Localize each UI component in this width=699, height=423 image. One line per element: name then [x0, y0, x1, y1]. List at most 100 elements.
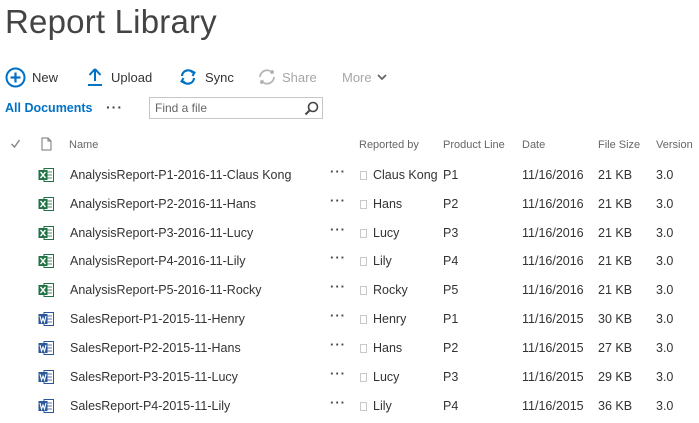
date-value: 11/16/2016 [522, 283, 584, 297]
file-size-value: 27 KB [598, 341, 633, 355]
date-value: 11/16/2016 [522, 226, 584, 240]
date-value: 11/16/2016 [522, 254, 584, 268]
word-file-icon [38, 398, 55, 414]
excel-file-icon [38, 253, 55, 269]
table-row[interactable]: SalesReport-P3-2015-11-Lucy ··· Lucy P3 … [0, 362, 699, 391]
search-input[interactable] [150, 98, 305, 118]
excel-file-icon [38, 225, 55, 241]
upload-button[interactable]: Upload [87, 64, 152, 90]
version-value: 3.0 [656, 254, 674, 268]
date-value: 11/16/2016 [522, 168, 584, 182]
share-icon [258, 68, 276, 86]
more-button[interactable]: More [342, 64, 387, 90]
product-line-value: P2 [443, 197, 459, 211]
column-header-version[interactable]: Version [656, 139, 693, 155]
row-actions-ellipsis[interactable]: ··· [330, 279, 346, 294]
new-label: New [32, 69, 59, 85]
file-name-link[interactable]: AnalysisReport-P4-2016-11-Lily [70, 254, 246, 268]
table-row[interactable]: SalesReport-P4-2015-11-Lily ··· Lily P4 … [0, 391, 699, 420]
file-name-link[interactable]: AnalysisReport-P2-2016-11-Hans [70, 197, 256, 211]
date-value: 11/16/2015 [522, 399, 584, 413]
view-bar: All Documents ··· [0, 96, 699, 122]
product-line-value: P5 [443, 283, 459, 297]
product-line-value: P1 [443, 168, 459, 182]
reported-by-value[interactable]: Claus Kong [373, 168, 438, 182]
document-type-icon [41, 137, 52, 153]
reported-by-value[interactable]: Rocky [373, 283, 408, 297]
presence-indicator [360, 402, 367, 411]
search-icon[interactable] [303, 100, 320, 117]
row-actions-ellipsis[interactable]: ··· [330, 250, 346, 265]
upload-label: Upload [111, 69, 153, 85]
file-name-link[interactable]: AnalysisReport-P3-2016-11-Lucy [70, 226, 253, 240]
file-size-value: 21 KB [598, 254, 633, 268]
view-options-ellipsis[interactable]: ··· [106, 99, 123, 115]
select-all-checkmark-icon[interactable] [10, 138, 21, 154]
column-header-name[interactable]: Name [69, 139, 98, 155]
presence-indicator [360, 171, 367, 180]
file-name-link[interactable]: SalesReport-P2-2015-11-Hans [70, 341, 241, 355]
row-actions-ellipsis[interactable]: ··· [330, 308, 346, 323]
reported-by-value[interactable]: Lily [373, 399, 392, 413]
table-row[interactable]: SalesReport-P1-2015-11-Henry ··· Henry P… [0, 304, 699, 333]
product-line-value: P1 [443, 312, 459, 326]
row-actions-ellipsis[interactable]: ··· [330, 366, 346, 381]
word-file-icon [38, 340, 55, 356]
reported-by-value[interactable]: Hans [373, 197, 402, 211]
page-title: Report Library [5, 3, 217, 40]
product-line-value: P4 [443, 254, 459, 268]
row-actions-ellipsis[interactable]: ··· [330, 193, 346, 208]
table-row[interactable]: AnalysisReport-P1-2016-11-Claus Kong ···… [0, 160, 699, 189]
column-header-file-size[interactable]: File Size [598, 139, 640, 155]
column-header-product-line[interactable]: Product Line [443, 139, 505, 155]
presence-indicator [360, 373, 367, 382]
command-bar: New Upload Sync Share More [0, 64, 699, 90]
file-name-link[interactable]: AnalysisReport-P5-2016-11-Rocky [70, 283, 262, 297]
presence-indicator [360, 200, 367, 209]
upload-arrow-icon [87, 67, 103, 87]
file-name-link[interactable]: SalesReport-P1-2015-11-Henry [70, 312, 245, 326]
reported-by-value[interactable]: Lily [373, 254, 392, 268]
sync-button[interactable]: Sync [179, 64, 234, 90]
file-size-value: 29 KB [598, 370, 633, 384]
table-row[interactable]: AnalysisReport-P4-2016-11-Lily ··· Lily … [0, 246, 699, 275]
search-box [149, 97, 323, 119]
presence-indicator [360, 257, 367, 266]
file-size-value: 30 KB [598, 312, 633, 326]
reported-by-value[interactable]: Henry [373, 312, 406, 326]
new-button[interactable]: New [5, 64, 58, 90]
column-header-reported-by[interactable]: Reported by [359, 139, 419, 155]
file-name-link[interactable]: SalesReport-P3-2015-11-Lucy [70, 370, 238, 384]
view-all-documents[interactable]: All Documents [5, 101, 93, 115]
version-value: 3.0 [656, 341, 674, 355]
date-value: 11/16/2015 [522, 341, 584, 355]
table-row[interactable]: AnalysisReport-P5-2016-11-Rocky ··· Rock… [0, 275, 699, 304]
version-value: 3.0 [656, 283, 674, 297]
row-actions-ellipsis[interactable]: ··· [330, 164, 346, 179]
row-actions-ellipsis[interactable]: ··· [330, 395, 346, 410]
file-name-link[interactable]: SalesReport-P4-2015-11-Lily [70, 399, 230, 413]
file-name-link[interactable]: AnalysisReport-P1-2016-11-Claus Kong [70, 168, 291, 182]
reported-by-value[interactable]: Lucy [373, 226, 399, 240]
presence-indicator [360, 286, 367, 295]
plus-circle-icon [5, 67, 26, 88]
excel-file-icon [38, 167, 55, 183]
word-file-icon [38, 369, 55, 385]
date-value: 11/16/2015 [522, 370, 584, 384]
word-file-icon [38, 311, 55, 327]
row-actions-ellipsis[interactable]: ··· [330, 337, 346, 352]
table-row[interactable]: AnalysisReport-P3-2016-11-Lucy ··· Lucy … [0, 218, 699, 247]
table-row[interactable]: SalesReport-P2-2015-11-Hans ··· Hans P2 … [0, 333, 699, 362]
reported-by-value[interactable]: Lucy [373, 370, 399, 384]
product-line-value: P3 [443, 370, 459, 384]
row-actions-ellipsis[interactable]: ··· [330, 222, 346, 237]
column-header-date[interactable]: Date [522, 139, 545, 155]
version-value: 3.0 [656, 370, 674, 384]
file-size-value: 21 KB [598, 168, 633, 182]
reported-by-value[interactable]: Hans [373, 341, 402, 355]
version-value: 3.0 [656, 399, 674, 413]
table-row[interactable]: AnalysisReport-P2-2016-11-Hans ··· Hans … [0, 189, 699, 218]
excel-file-icon [38, 282, 55, 298]
presence-indicator [360, 344, 367, 353]
share-button[interactable]: Share [258, 64, 317, 90]
